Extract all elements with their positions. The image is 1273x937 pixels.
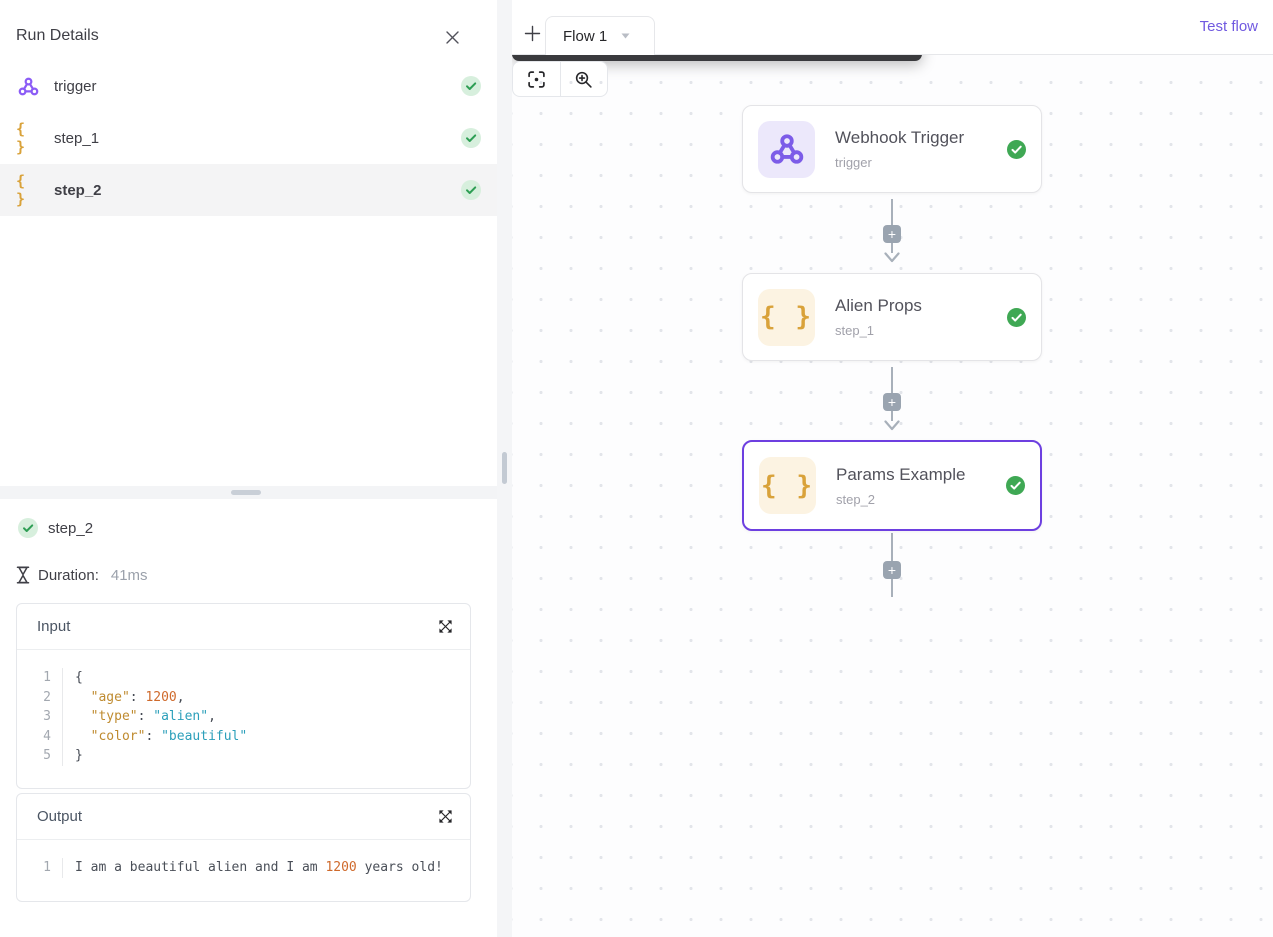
panel-resize-handle[interactable] <box>231 490 261 495</box>
success-check-icon <box>461 180 481 200</box>
expand-icon[interactable] <box>434 616 456 638</box>
node-title: Params Example <box>836 464 966 484</box>
node-title: Alien Props <box>835 296 922 315</box>
webhook-icon <box>758 120 815 178</box>
success-check-icon <box>1007 307 1026 327</box>
node-subtitle: step_1 <box>835 323 875 338</box>
flow-node-webhook-trigger[interactable]: Webhook Trigger trigger <box>742 105 1042 193</box>
app-window: Run Details trigger { } step_1 {} step_… <box>0 0 1273 937</box>
output-card: Output 1I am a beautiful alien and I am … <box>16 793 471 902</box>
chevron-down-icon[interactable] <box>621 33 630 39</box>
braces-icon: { } <box>16 172 27 208</box>
hourglass-icon <box>16 566 30 584</box>
success-check-icon <box>1006 476 1025 495</box>
step-label: step_2 <box>54 181 102 199</box>
expand-icon[interactable] <box>434 806 456 828</box>
test-flow-button[interactable]: Test flow <box>1200 18 1258 35</box>
add-step-plus-icon[interactable]: + <box>883 561 901 579</box>
node-subtitle: trigger <box>835 155 872 170</box>
add-flow-plus-icon[interactable] <box>518 19 546 47</box>
input-card-header: Input <box>17 604 470 650</box>
node-subtitle: step_2 <box>836 491 876 507</box>
success-check-icon <box>461 128 481 148</box>
arrow-down-icon <box>884 252 900 263</box>
braces-icon: { } <box>16 120 27 156</box>
duration-row: Duration: 41ms <box>16 566 148 584</box>
node-title: Webhook Trigger <box>835 128 965 147</box>
run-step-step-1[interactable]: { } step_1 <box>0 112 497 164</box>
flow-tab-label: Flow 1 <box>563 27 608 45</box>
input-card: Input 1{2 "age": 1200, 3 "type": "alien",… <box>16 603 471 789</box>
braces-icon: { } <box>759 457 816 514</box>
success-check-icon <box>18 518 38 538</box>
input-code[interactable]: 1{2 "age": 1200, 3 "type": "alien", 4 "col… <box>17 650 470 776</box>
arrow-down-icon <box>884 420 900 431</box>
step-label: step_1 <box>54 129 100 147</box>
close-icon[interactable] <box>440 25 464 49</box>
run-step-step-2[interactable]: { } step_2 <box>0 164 497 216</box>
flow-node-alien-props[interactable]: { } Alien Props step_1 <box>742 273 1042 361</box>
flow-node-params-example[interactable]: { } Params Example step_2 <box>742 440 1042 531</box>
add-step-plus-icon[interactable]: + <box>883 225 901 243</box>
selected-step-name: step_2 <box>48 519 94 537</box>
run-details-header: Run Details <box>0 0 497 58</box>
step-label: trigger <box>54 77 97 95</box>
webhook-icon <box>16 76 40 97</box>
flow-canvas[interactable]: Flow 1 Test flow Webhook Trigger trigger <box>512 0 1273 937</box>
node-text: Webhook Trigger trigger <box>835 128 987 170</box>
input-title: Input <box>37 618 71 635</box>
success-check-icon <box>1007 139 1026 159</box>
output-title: Output <box>37 808 83 825</box>
braces-icon: { } <box>758 288 815 346</box>
resizer-handle[interactable] <box>502 452 507 484</box>
tab-flow-1[interactable]: Flow 1 <box>545 16 655 55</box>
output-code[interactable]: 1I am a beautiful alien and I am 1200 ye… <box>17 840 470 888</box>
run-step-trigger[interactable]: trigger <box>0 60 497 112</box>
panel-title: Run Details <box>16 27 99 44</box>
flow-tab-bar: Flow 1 Test flow <box>512 0 1273 55</box>
duration-value: 41ms <box>110 566 148 584</box>
add-step-plus-icon[interactable]: + <box>883 393 901 411</box>
node-text: Params Example step_2 <box>836 465 986 507</box>
output-card-header: Output <box>17 794 470 840</box>
duration-label: Duration: <box>38 566 99 584</box>
run-details-panel: Run Details trigger { } step_1 {} step_… <box>0 0 497 937</box>
node-text: Alien Props step_1 <box>835 296 987 338</box>
success-check-icon <box>461 76 481 96</box>
selected-step-heading: step_2 <box>18 518 93 538</box>
